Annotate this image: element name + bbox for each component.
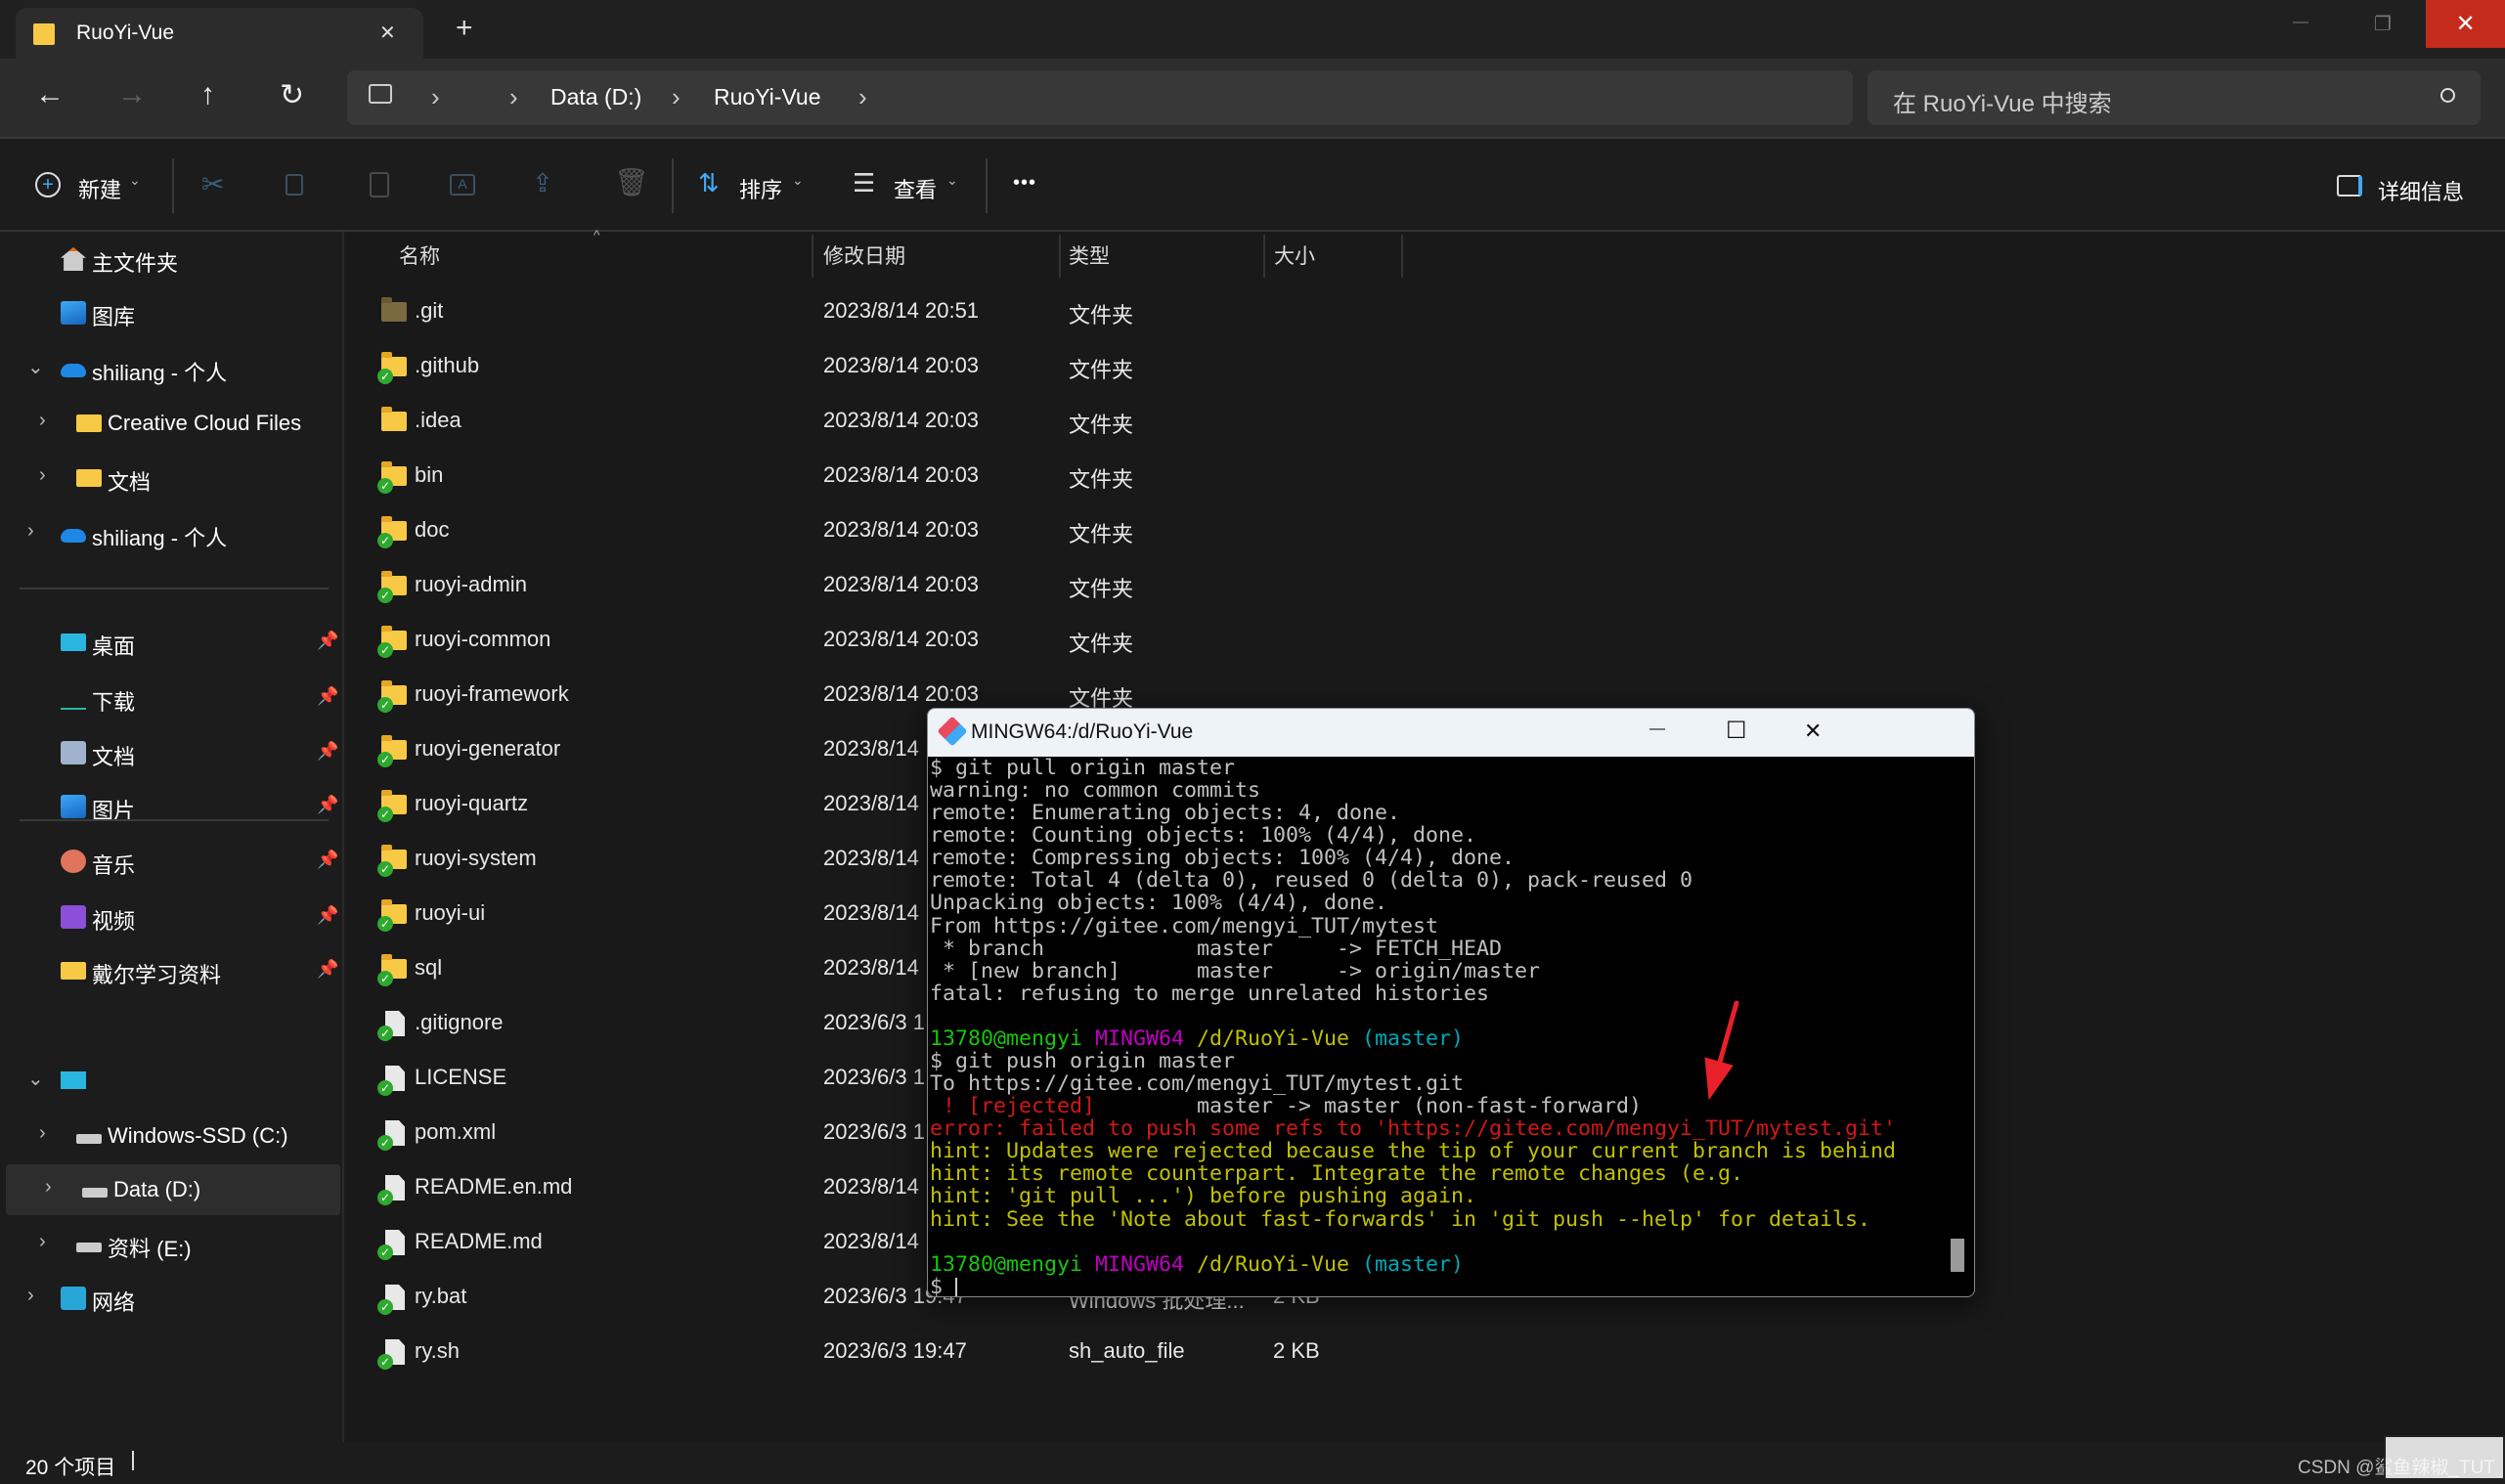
arrow-head [1704, 1057, 1734, 1101]
annotation-layer [1704, 1000, 1739, 1101]
red-arrow-annotation [1704, 1000, 1739, 1101]
arrow-shaft [1716, 1000, 1739, 1069]
